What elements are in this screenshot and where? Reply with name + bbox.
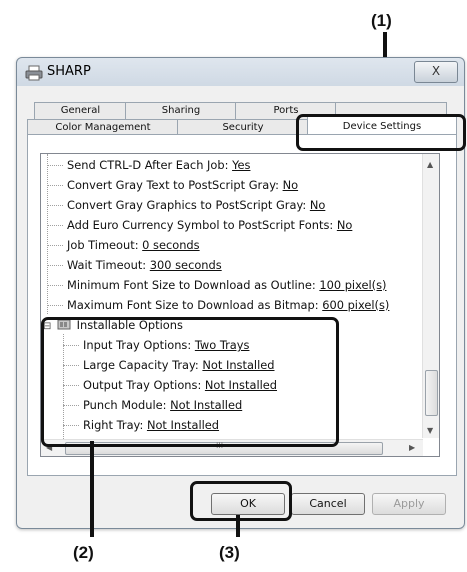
tree-item-min-font-outline[interactable]: Minimum Font Size to Download as Outline… (47, 276, 387, 294)
title-bar[interactable]: SHARP X (17, 58, 464, 88)
cancel-button[interactable]: Cancel (291, 493, 365, 515)
close-button[interactable]: X (414, 61, 458, 83)
tree-item-label: Minimum Font Size to Download as Outline… (67, 278, 320, 292)
vertical-scroll-thumb[interactable] (425, 370, 438, 416)
tree-item-send-ctrl-d[interactable]: Send CTRL-D After Each Job: Yes (47, 156, 250, 174)
tree-item-max-font-bitmap[interactable]: Maximum Font Size to Download as Bitmap:… (47, 296, 389, 314)
tree-item-label: Wait Timeout: (67, 258, 150, 272)
tab-sharing[interactable]: Sharing (125, 102, 237, 120)
callout-label-3: (3) (219, 543, 240, 562)
tree-item-gray-graphics[interactable]: Convert Gray Graphics to PostScript Gray… (47, 196, 325, 214)
printer-icon (25, 65, 43, 81)
callout-label-2: (2) (73, 543, 94, 562)
tree-item-label: Job Timeout: (67, 238, 143, 252)
tree-item-euro-symbol[interactable]: Add Euro Currency Symbol to PostScript F… (47, 216, 352, 234)
tab-general[interactable]: General (34, 102, 127, 120)
callout-label-1: (1) (371, 11, 392, 30)
callout-box-ok-button (190, 481, 292, 521)
window-title: SHARP (47, 64, 91, 79)
tree-item-label: Convert Gray Text to PostScript Gray: (67, 178, 283, 192)
tree-item-wait-timeout[interactable]: Wait Timeout: 300 seconds (47, 256, 222, 274)
tree-item-value[interactable]: 600 pixel(s) (322, 298, 389, 312)
tree-item-label: Maximum Font Size to Download as Bitmap: (67, 298, 323, 312)
tree-item-job-timeout[interactable]: Job Timeout: 0 seconds (47, 236, 200, 254)
scroll-right-arrow-icon[interactable]: ▶ (409, 443, 415, 452)
tree-item-value[interactable]: No (310, 198, 326, 212)
callout-leader-2 (90, 441, 94, 537)
callout-box-installable-options (41, 317, 339, 447)
callout-leader-3 (236, 515, 240, 537)
tree-item-label: Add Euro Currency Symbol to PostScript F… (67, 218, 337, 232)
tree-item-value[interactable]: 0 seconds (142, 238, 199, 252)
tree-item-value[interactable]: 300 seconds (150, 258, 222, 272)
apply-button[interactable]: Apply (372, 493, 446, 515)
tree-item-value[interactable]: No (337, 218, 353, 232)
tree-item-gray-text[interactable]: Convert Gray Text to PostScript Gray: No (47, 176, 298, 194)
tree-item-value[interactable]: No (283, 178, 299, 192)
dialog-client: General Sharing Ports Color Management S… (24, 88, 457, 520)
tree-item-value[interactable]: 100 pixel(s) (319, 278, 386, 292)
scroll-down-arrow-icon[interactable]: ▼ (427, 426, 433, 435)
callout-box-device-settings (296, 114, 466, 151)
tree-item-label: Convert Gray Graphics to PostScript Gray… (67, 198, 310, 212)
vertical-scrollbar[interactable]: ▲ ▼ (422, 154, 439, 438)
tree-item-value[interactable]: Yes (232, 158, 250, 172)
scroll-up-arrow-icon[interactable]: ▲ (427, 160, 433, 169)
tree-item-label: Send CTRL-D After Each Job: (67, 158, 233, 172)
